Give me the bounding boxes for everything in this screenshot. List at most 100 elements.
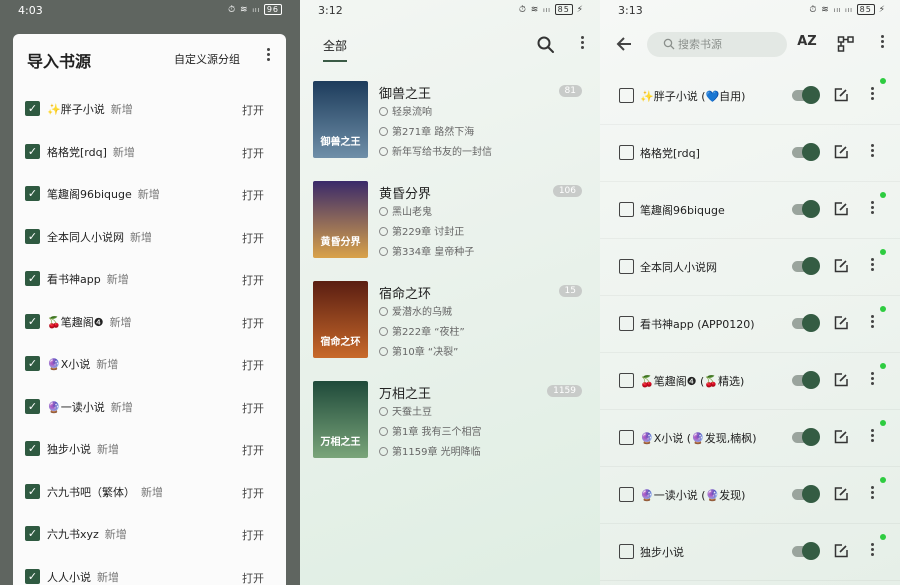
import-source-row[interactable]: ✓ 🔮X小说 新增 打开	[13, 343, 286, 385]
enable-toggle[interactable]	[790, 428, 820, 446]
book-cover[interactable]: 黄昏分界	[313, 181, 368, 258]
more-vert-icon[interactable]	[868, 486, 876, 502]
more-vert-icon[interactable]	[868, 315, 876, 331]
import-source-row[interactable]: ✓ ✨胖子小说 新增 打开	[13, 88, 286, 130]
book-item[interactable]: 御兽之王 御兽之王 轻泉流响 第271章 路然下海 新年写给书友的一封信 81	[300, 81, 600, 181]
import-source-row[interactable]: ✓ 🔮一读小说 新增 打开	[13, 386, 286, 428]
enable-toggle[interactable]	[790, 314, 820, 332]
group-icon[interactable]	[837, 35, 855, 53]
import-source-row[interactable]: ✓ 看书神app 新增 打开	[13, 258, 286, 300]
checkbox[interactable]: ✓	[25, 526, 40, 541]
back-arrow-icon[interactable]	[614, 34, 634, 54]
tab-all[interactable]: 全部	[323, 37, 347, 54]
import-source-row[interactable]: ✓ 六九书xyz 新增 打开	[13, 513, 286, 555]
source-row[interactable]: 🔮X小说 (🔮发现,楠枫)	[600, 410, 900, 467]
import-source-row[interactable]: ✓ 格格党[rdq] 新增 打开	[13, 131, 286, 173]
source-row[interactable]: 笔趣阁96biquge	[600, 182, 900, 239]
import-source-row[interactable]: ✓ 全本同人小说网 新增 打开	[13, 216, 286, 258]
sort-az-icon[interactable]: AZ	[796, 34, 818, 54]
book-cover[interactable]: 宿命之环	[313, 281, 368, 358]
checkbox[interactable]	[619, 544, 634, 559]
source-row[interactable]: 格格党[rdq]	[600, 125, 900, 182]
source-row[interactable]: 🔮一读小说 (🔮发现)	[600, 467, 900, 524]
open-button[interactable]: 打开	[242, 527, 264, 543]
checkbox[interactable]	[619, 487, 634, 502]
custom-group-button[interactable]: 自定义源分组	[174, 51, 240, 67]
edit-icon[interactable]	[833, 486, 849, 502]
import-source-row[interactable]: ✓ 🍒笔趣阁❹ 新增 打开	[13, 301, 286, 343]
book-item[interactable]: 宿命之环 宿命之环 爱潜水的乌贼 第222章 “夜柱” 第10章 “决裂” 15	[300, 281, 600, 381]
checkbox[interactable]: ✓	[25, 228, 40, 244]
more-vert-icon[interactable]	[868, 372, 876, 388]
enable-toggle[interactable]	[790, 86, 820, 104]
edit-icon[interactable]	[833, 429, 849, 445]
import-source-row[interactable]: ✓ 笔趣阁96biquge 新增 打开	[13, 173, 286, 215]
checkbox[interactable]	[619, 145, 634, 160]
checkbox[interactable]: ✓	[25, 483, 40, 499]
source-row[interactable]: 看书神app (APP0120)	[600, 296, 900, 353]
checkbox[interactable]: ✓	[25, 568, 40, 584]
enable-toggle[interactable]	[790, 485, 820, 503]
search-box[interactable]	[647, 32, 787, 57]
source-row[interactable]: 🍒笔趣阁❹ (🍒精选)	[600, 353, 900, 410]
source-row[interactable]: ✨胖子小说 (💙自用)	[600, 68, 900, 125]
more-vert-icon[interactable]	[261, 48, 275, 66]
edit-icon[interactable]	[833, 258, 849, 274]
open-button[interactable]: 打开	[242, 400, 264, 416]
checkbox[interactable]	[619, 430, 634, 445]
edit-icon[interactable]	[833, 87, 849, 103]
enable-toggle[interactable]	[790, 200, 820, 218]
checkbox[interactable]: ✓	[25, 143, 40, 159]
source-row[interactable]: 独步小说	[600, 524, 900, 581]
open-button[interactable]: 打开	[242, 357, 264, 373]
open-button[interactable]: 打开	[242, 187, 264, 203]
book-item[interactable]: 万相之王 万相之王 天蚕土豆 第1章 我有三个相宫 第1159章 光明降临 1159	[300, 381, 600, 481]
open-button[interactable]: 打开	[242, 102, 264, 118]
open-button[interactable]: 打开	[242, 230, 264, 246]
import-source-row[interactable]: ✓ 独步小说 新增 打开	[13, 428, 286, 470]
source-row[interactable]: 全本同人小说网	[600, 239, 900, 296]
open-button[interactable]: 打开	[242, 272, 264, 288]
checkbox[interactable]	[619, 88, 634, 103]
more-vert-icon[interactable]	[868, 543, 876, 559]
import-source-row[interactable]: ✓ 六九书吧（繁体） 新增 打开	[13, 471, 286, 513]
enable-toggle[interactable]	[790, 257, 820, 275]
more-vert-icon[interactable]	[877, 35, 887, 53]
search-icon[interactable]	[536, 35, 556, 55]
checkbox[interactable]: ✓	[25, 441, 40, 456]
book-cover[interactable]: 御兽之王	[313, 81, 368, 158]
import-source-row[interactable]: ✓ 人人小说 新增 打开	[13, 556, 286, 585]
checkbox[interactable]: ✓	[25, 356, 40, 371]
checkbox[interactable]	[619, 316, 634, 331]
edit-icon[interactable]	[833, 372, 849, 388]
checkbox[interactable]	[619, 259, 634, 274]
enable-toggle[interactable]	[790, 371, 820, 389]
open-button[interactable]: 打开	[242, 315, 264, 331]
open-button[interactable]: 打开	[242, 570, 264, 585]
checkbox[interactable]: ✓	[25, 101, 40, 116]
open-button[interactable]: 打开	[242, 442, 264, 458]
edit-icon[interactable]	[833, 144, 849, 160]
search-input[interactable]	[678, 36, 778, 53]
more-vert-icon[interactable]	[868, 429, 876, 445]
checkbox[interactable]: ✓	[25, 186, 40, 201]
more-vert-icon[interactable]	[868, 201, 876, 217]
checkbox[interactable]: ✓	[25, 398, 40, 414]
more-vert-icon[interactable]	[868, 144, 876, 160]
enable-toggle[interactable]	[790, 542, 820, 560]
edit-icon[interactable]	[833, 543, 849, 559]
checkbox[interactable]: ✓	[25, 313, 40, 329]
more-vert-icon[interactable]	[577, 36, 587, 54]
edit-icon[interactable]	[833, 201, 849, 217]
book-cover[interactable]: 万相之王	[313, 381, 368, 458]
checkbox[interactable]	[619, 202, 634, 217]
enable-toggle[interactable]	[790, 143, 820, 161]
edit-icon[interactable]	[833, 315, 849, 331]
open-button[interactable]: 打开	[242, 145, 264, 161]
checkbox[interactable]	[619, 373, 634, 388]
open-button[interactable]: 打开	[242, 485, 264, 501]
book-item[interactable]: 黄昏分界 黄昏分界 黑山老鬼 第229章 讨封正 第334章 皇帝种子 106	[300, 181, 600, 281]
checkbox[interactable]: ✓	[25, 271, 40, 286]
more-vert-icon[interactable]	[868, 258, 876, 274]
more-vert-icon[interactable]	[868, 87, 876, 103]
